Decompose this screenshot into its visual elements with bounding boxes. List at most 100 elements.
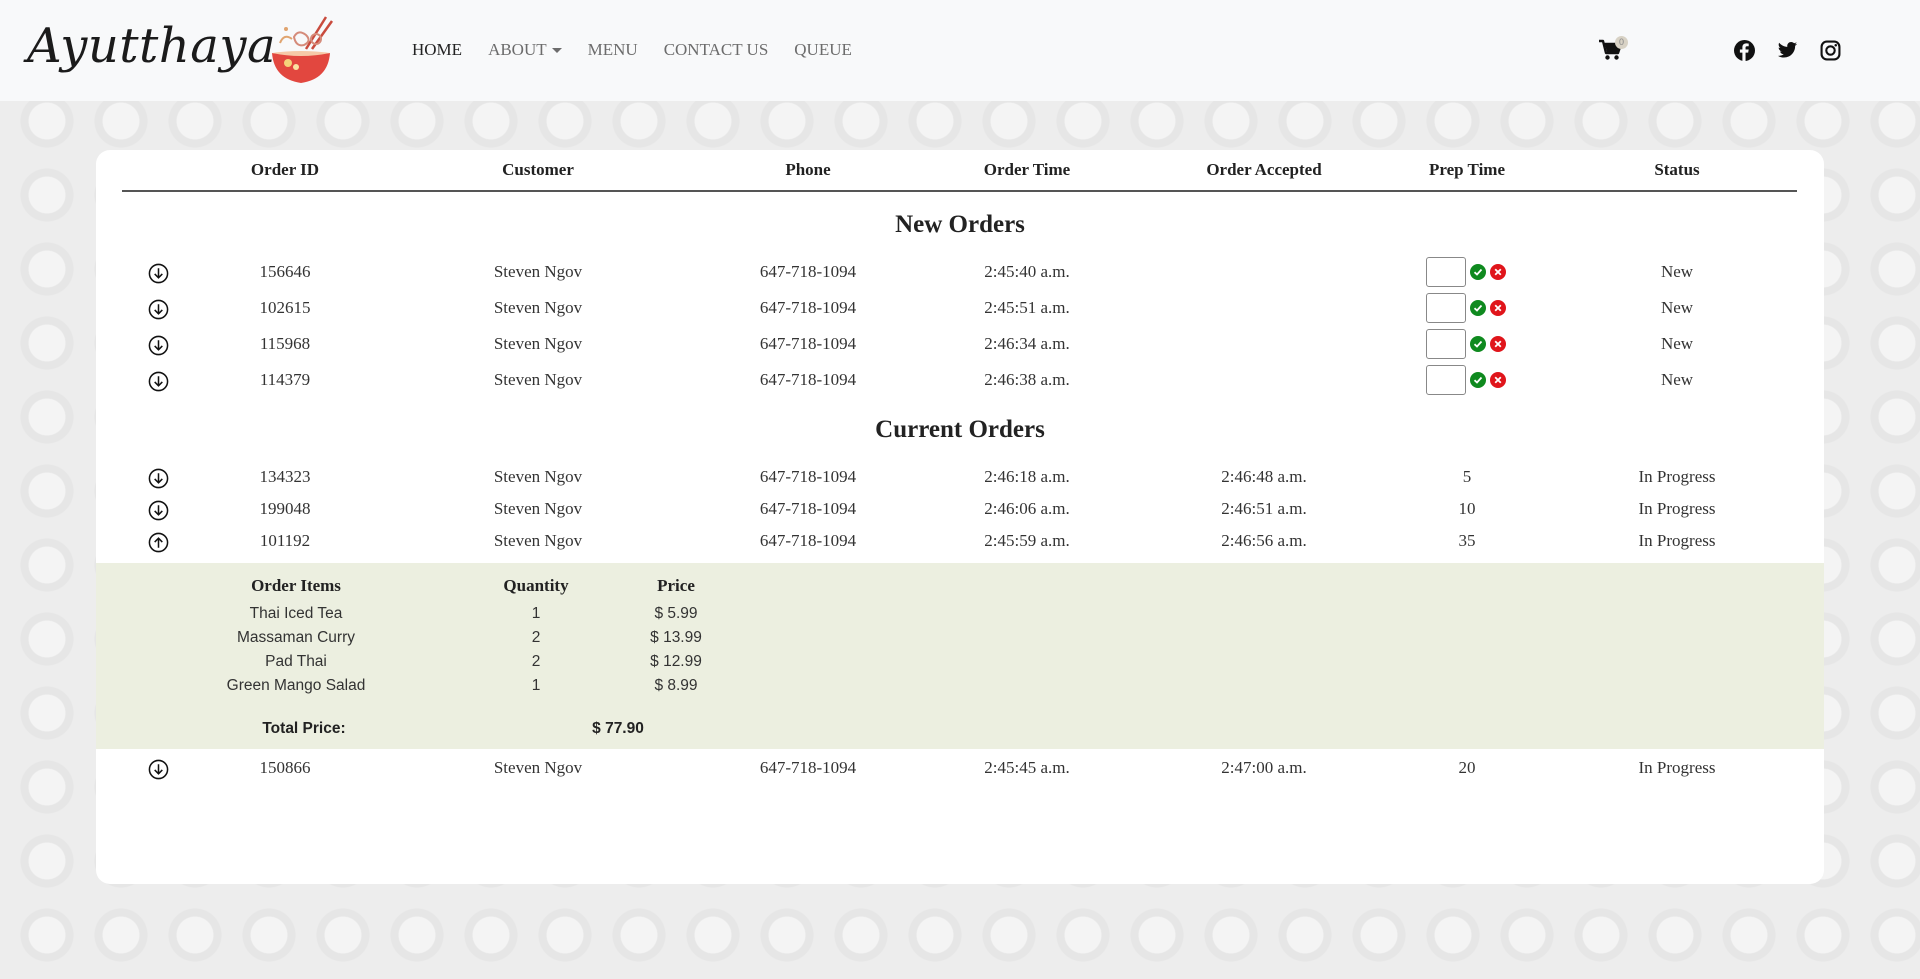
- order-status: In Progress: [1638, 499, 1716, 518]
- phone: 647-718-1094: [759, 531, 857, 550]
- prep-time-input[interactable]: [1426, 257, 1466, 287]
- navbar: Ayutthaya HOME ABOUT MENU CONTACT US QUE…: [0, 0, 1920, 101]
- order-id: 134323: [259, 467, 311, 486]
- order-id: 156646: [259, 262, 311, 281]
- accept-button[interactable]: [1470, 264, 1486, 280]
- instagram-icon[interactable]: [1820, 40, 1841, 61]
- twitter-icon[interactable]: [1777, 40, 1798, 61]
- accept-button[interactable]: [1470, 372, 1486, 388]
- detail-col-price: Price: [657, 576, 695, 595]
- new-order-row: 114379 Steven Ngov 647-718-1094 2:46:38 …: [96, 365, 1824, 396]
- arrow-up-circle-icon[interactable]: [148, 532, 169, 553]
- check-icon: [1473, 268, 1483, 276]
- nav-menu[interactable]: MENU: [588, 40, 638, 60]
- total-price-label: Total Price:: [262, 720, 346, 737]
- customer-name: Steven Ngov: [493, 262, 583, 281]
- new-order-row: 156646 Steven Ngov 647-718-1094 2:45:40 …: [96, 257, 1824, 288]
- customer-name: Steven Ngov: [493, 298, 583, 317]
- order-status: In Progress: [1638, 758, 1716, 777]
- prep-time-input[interactable]: [1426, 329, 1466, 359]
- arrow-down-circle-icon[interactable]: [148, 500, 169, 521]
- phone: 647-718-1094: [759, 758, 857, 777]
- current-orders-title: Current Orders: [875, 416, 1045, 443]
- nav-about-label: ABOUT: [488, 40, 547, 59]
- caret-down-icon: [551, 47, 562, 53]
- arrow-down-circle-icon[interactable]: [148, 468, 169, 489]
- cart-button[interactable]: 0: [1598, 36, 1628, 63]
- prep-time: 20: [1458, 758, 1476, 777]
- prep-time-input[interactable]: [1426, 293, 1466, 323]
- current-order-row: 150866 Steven Ngov 647-718-1094 2:45:45 …: [96, 754, 1824, 784]
- brand-name[interactable]: Ayutthaya: [27, 18, 276, 74]
- current-order-row: 134323 Steven Ngov 647-718-1094 2:46:18 …: [96, 463, 1824, 493]
- accept-button[interactable]: [1470, 336, 1486, 352]
- order-id: 115968: [259, 334, 311, 353]
- order-accepted: 2:47:00 a.m.: [1221, 758, 1307, 777]
- reject-button[interactable]: [1490, 300, 1506, 316]
- order-accepted: 2:46:51 a.m.: [1221, 499, 1307, 518]
- order-time: 2:46:38 a.m.: [984, 370, 1070, 389]
- order-status: New: [1660, 334, 1694, 353]
- arrow-down-circle-icon[interactable]: [148, 371, 169, 392]
- order-status: New: [1660, 370, 1694, 389]
- nav-queue[interactable]: QUEUE: [794, 40, 852, 60]
- nav-home[interactable]: HOME: [412, 40, 462, 60]
- arrow-down-circle-icon[interactable]: [148, 299, 169, 320]
- order-id: 114379: [259, 370, 311, 389]
- noodle-bowl-logo[interactable]: [266, 13, 336, 87]
- item-name: Massaman Curry: [237, 629, 355, 646]
- order-time: 2:45:51 a.m.: [984, 298, 1070, 317]
- item-price: $ 8.99: [654, 677, 698, 694]
- item-name: Pad Thai: [265, 653, 327, 670]
- reject-button[interactable]: [1490, 264, 1506, 280]
- col-status: Status: [1654, 160, 1700, 179]
- item-price: $ 13.99: [650, 629, 702, 646]
- x-icon: [1494, 304, 1502, 312]
- accept-button[interactable]: [1470, 300, 1486, 316]
- arrow-down-circle-icon[interactable]: [148, 263, 169, 284]
- customer-name: Steven Ngov: [493, 467, 583, 486]
- new-orders-title: New Orders: [895, 211, 1025, 238]
- order-accepted: 2:46:48 a.m.: [1221, 467, 1307, 486]
- order-time: 2:45:59 a.m.: [984, 531, 1070, 550]
- item-price: $ 5.99: [654, 605, 698, 622]
- order-time: 2:46:06 a.m.: [984, 499, 1070, 518]
- item-quantity: 2: [531, 653, 541, 670]
- col-order-id: Order ID: [250, 160, 320, 179]
- reject-button[interactable]: [1490, 336, 1506, 352]
- order-id: 102615: [259, 298, 311, 317]
- nav-contact-us[interactable]: CONTACT US: [664, 40, 769, 60]
- prep-time-input[interactable]: [1426, 365, 1466, 395]
- check-icon: [1473, 340, 1483, 348]
- prep-time: 10: [1458, 499, 1476, 518]
- x-icon: [1494, 376, 1502, 384]
- item-quantity: 1: [531, 677, 541, 694]
- customer-name: Steven Ngov: [493, 499, 583, 518]
- check-icon: [1473, 304, 1483, 312]
- phone: 647-718-1094: [759, 334, 857, 353]
- phone: 647-718-1094: [759, 262, 857, 281]
- order-detail-panel: Order Items Quantity Price Thai Iced Tea…: [96, 563, 1824, 749]
- col-customer: Customer: [502, 160, 574, 179]
- current-order-row: 101192 Steven Ngov 647-718-1094 2:45:59 …: [96, 527, 1824, 557]
- prep-time: 5: [1462, 467, 1472, 486]
- customer-name: Steven Ngov: [493, 334, 583, 353]
- nav-about[interactable]: ABOUT: [488, 40, 562, 60]
- order-status: In Progress: [1638, 467, 1716, 486]
- detail-col-quantity: Quantity: [503, 576, 569, 595]
- col-order-accepted: Order Accepted: [1206, 160, 1322, 179]
- order-time: 2:46:34 a.m.: [984, 334, 1070, 353]
- arrow-down-circle-icon[interactable]: [148, 335, 169, 356]
- customer-name: Steven Ngov: [493, 370, 583, 389]
- order-status: In Progress: [1638, 531, 1716, 550]
- item-name: Thai Iced Tea: [249, 605, 343, 622]
- arrow-down-circle-icon[interactable]: [148, 759, 169, 780]
- order-status: New: [1660, 298, 1694, 317]
- facebook-icon[interactable]: [1734, 40, 1755, 61]
- total-price-value: $ 77.90: [592, 720, 644, 737]
- x-icon: [1494, 340, 1502, 348]
- reject-button[interactable]: [1490, 372, 1506, 388]
- col-phone: Phone: [785, 160, 831, 179]
- check-icon: [1473, 376, 1483, 384]
- main-nav: HOME ABOUT MENU CONTACT US QUEUE: [412, 40, 852, 60]
